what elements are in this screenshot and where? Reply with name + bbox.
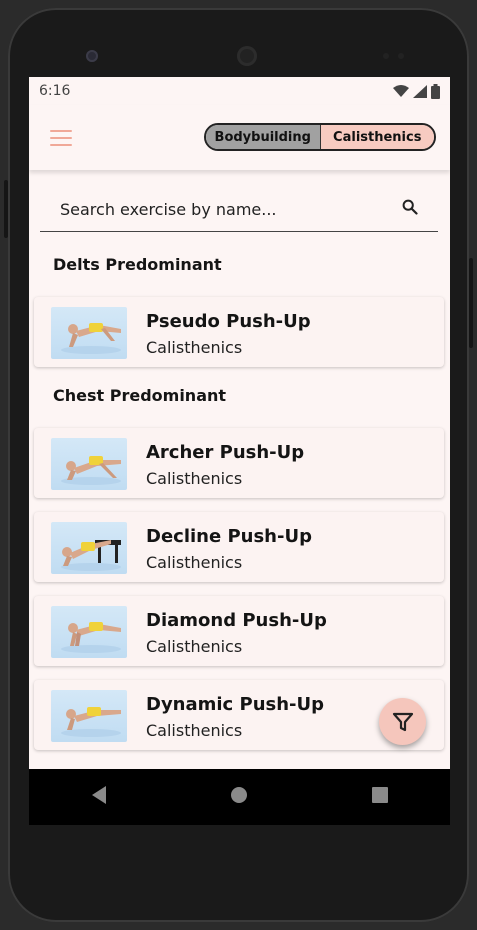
front-camera (86, 50, 98, 62)
exercise-category: Calisthenics (146, 338, 243, 357)
exercise-thumbnail (51, 522, 127, 574)
exercise-category: Calisthenics (146, 469, 243, 488)
status-time: 6:16 (39, 83, 71, 99)
exercise-category: Calisthenics (146, 637, 243, 656)
exercise-category: Calisthenics (146, 553, 243, 572)
app-screen: 6:16 Bodybuilding Calisthenics Delts Pre… (29, 77, 450, 769)
back-nav-icon[interactable] (90, 785, 108, 809)
power-button (469, 258, 473, 348)
volume-button (4, 180, 8, 238)
wifi-icon (393, 85, 409, 97)
exercise-card[interactable]: Pseudo Push-Up Calisthenics (34, 297, 444, 367)
status-bar: 6:16 (29, 77, 450, 105)
filter-button[interactable] (379, 698, 426, 745)
exercise-card[interactable]: Diamond Push-Up Calisthenics (34, 596, 444, 666)
exercise-name: Pseudo Push-Up (146, 311, 311, 332)
exercise-category: Calisthenics (146, 721, 243, 740)
proximity-sensor (383, 53, 389, 59)
hamburger-menu-icon[interactable] (50, 130, 72, 146)
exercise-name: Archer Push-Up (146, 442, 305, 463)
calisthenics-toggle-option[interactable]: Calisthenics (320, 125, 434, 149)
exercise-thumbnail (51, 438, 127, 490)
light-sensor (398, 53, 404, 59)
filter-icon (392, 712, 413, 731)
earpiece-speaker (237, 46, 257, 66)
cell-signal-icon (413, 84, 427, 98)
search-bar (40, 184, 438, 232)
exercise-name: Decline Push-Up (146, 526, 312, 547)
exercise-name: Dynamic Push-Up (146, 694, 325, 715)
mode-toggle: Bodybuilding Calisthenics (204, 123, 436, 151)
home-nav-icon[interactable] (230, 786, 248, 808)
recents-nav-icon[interactable] (371, 786, 389, 808)
bodybuilding-toggle-option[interactable]: Bodybuilding (206, 125, 321, 149)
search-input[interactable] (58, 190, 392, 228)
system-nav-bar (29, 769, 450, 825)
status-icons (393, 83, 440, 99)
exercise-card[interactable]: Decline Push-Up Calisthenics (34, 512, 444, 582)
section-header-delts: Delts Predominant (53, 255, 222, 274)
battery-icon (431, 83, 440, 99)
exercise-card[interactable]: Archer Push-Up Calisthenics (34, 428, 444, 498)
exercise-thumbnail (51, 690, 127, 742)
exercise-thumbnail (51, 606, 127, 658)
exercise-thumbnail (51, 307, 127, 359)
section-header-chest: Chest Predominant (53, 386, 227, 405)
search-icon[interactable] (402, 199, 418, 215)
exercise-name: Diamond Push-Up (146, 610, 327, 631)
app-bar: Bodybuilding Calisthenics (29, 105, 450, 170)
